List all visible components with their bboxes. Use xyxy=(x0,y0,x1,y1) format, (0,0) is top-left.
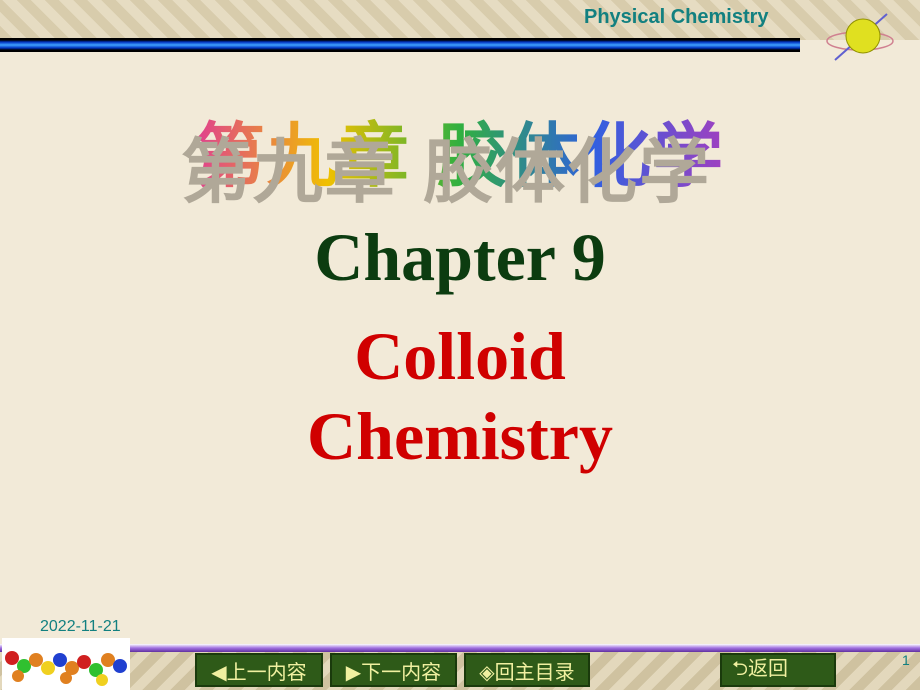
chapter-heading: Chapter 9 xyxy=(314,219,606,295)
header-title: Physical Chemistry xyxy=(584,6,769,28)
chapter-subtitle: Colloid Chemistry xyxy=(0,316,920,476)
prev-content-button[interactable]: ◀上一内容 xyxy=(195,653,323,687)
slide-date: 2022-11-21 xyxy=(40,618,121,635)
subtitle-line-1: Colloid xyxy=(354,318,566,394)
footer-rule xyxy=(0,644,920,652)
molecule-image-icon xyxy=(2,638,130,690)
chinese-title: 第九章 胶体化学 xyxy=(194,115,726,197)
next-content-button[interactable]: ▶下一内容 xyxy=(330,653,457,687)
subtitle-line-2: Chemistry xyxy=(307,398,613,474)
atom-logo-icon xyxy=(826,13,894,61)
back-button[interactable]: ⮌返回 xyxy=(720,653,836,687)
top-decor-band xyxy=(0,0,920,40)
main-menu-button[interactable]: ◈回主目录 xyxy=(464,653,590,687)
header-rule xyxy=(0,38,800,52)
page-number: 1 xyxy=(902,652,910,668)
